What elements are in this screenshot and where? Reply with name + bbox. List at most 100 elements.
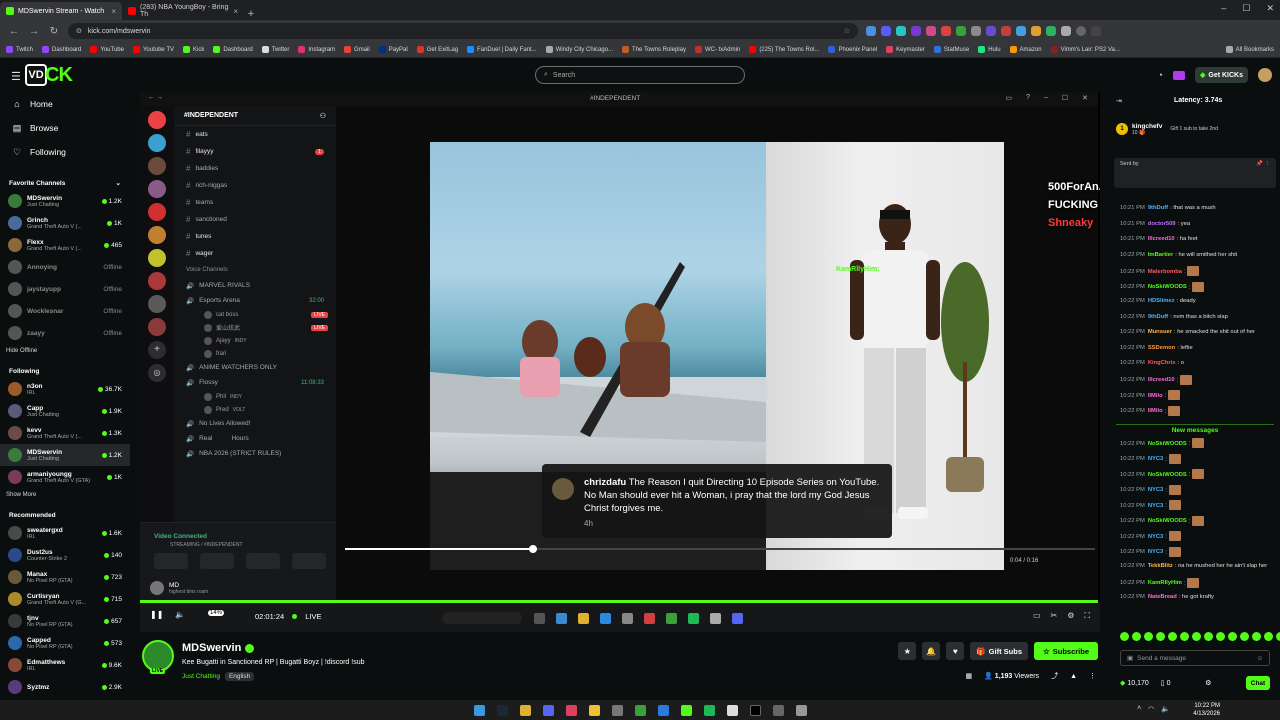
extensions-puzzle-icon[interactable] <box>1061 26 1071 36</box>
nav-browse[interactable]: ▤ Browse <box>0 116 130 140</box>
sidebar-channel[interactable]: Edmatthews IRL 9.6K <box>0 654 130 676</box>
bookmark-item[interactable]: Keymaster <box>886 46 925 53</box>
url-input[interactable]: ⊙ kick.com/mdswervin ☆ <box>68 23 858 39</box>
favorite-channels-header[interactable]: Favorite Channels ⌄ <box>0 176 130 190</box>
emote-icon[interactable] <box>1228 632 1237 641</box>
sidebar-channel[interactable]: Dust2us Counter-Strike 2 140 <box>0 544 130 566</box>
bookmark-item[interactable]: Kick <box>182 46 204 53</box>
emote-icon[interactable] <box>1168 632 1177 641</box>
bookmark-item[interactable]: StatMuse <box>933 46 969 53</box>
emoji-icon[interactable]: ☺ <box>1256 655 1263 662</box>
app-icon[interactable] <box>795 704 807 716</box>
theater-mode-icon[interactable]: ▭ <box>1033 611 1041 621</box>
points-balance[interactable]: ▯ 0 <box>1161 679 1171 687</box>
emote-icon[interactable] <box>1156 632 1165 641</box>
emote-icon[interactable] <box>1144 632 1153 641</box>
minimize-icon[interactable]: – <box>1221 3 1226 14</box>
all-bookmarks-button[interactable]: All Bookmarks <box>1225 46 1274 53</box>
star-icon[interactable]: ★ <box>898 642 917 660</box>
bookmark-item[interactable]: Get ExitLag <box>416 46 458 53</box>
extension-icon[interactable] <box>941 26 951 36</box>
app-icon[interactable] <box>772 704 784 716</box>
video-player[interactable]: ← → #INDEPENDENT ▭? – ☐ ✕ + ◎ #INDEPENDENT ⚇… <box>140 92 1100 632</box>
report-icon[interactable]: ▲ <box>1070 673 1077 680</box>
discord-icon[interactable] <box>542 704 554 716</box>
extension-icon[interactable] <box>896 26 906 36</box>
chat-input[interactable]: ▣ Send a message ☺ <box>1120 650 1270 666</box>
sidebar-channel[interactable]: Syztmz 2.9K <box>0 676 130 698</box>
emote-icon[interactable] <box>1132 632 1141 641</box>
gift-subs-button[interactable]: 🎁 Gift Subs <box>970 642 1028 660</box>
back-icon[interactable]: ← <box>8 26 20 37</box>
emote-icon[interactable] <box>1216 632 1225 641</box>
nav-home[interactable]: ⌂ Home <box>0 92 130 116</box>
subscribe-button[interactable]: ☆ Subscribe <box>1034 642 1098 660</box>
sidebar-channel[interactable]: jaystayupp Offline <box>0 278 130 300</box>
settings-icon[interactable]: ⚙ <box>1205 679 1211 687</box>
extension-icon[interactable] <box>926 26 936 36</box>
bookmark-item[interactable]: Dashboard <box>42 46 81 53</box>
show-more-link[interactable]: Show More <box>0 488 130 502</box>
chrome-icon[interactable] <box>588 704 600 716</box>
emote-icon[interactable] <box>1240 632 1249 641</box>
file-explorer-icon[interactable] <box>519 704 531 716</box>
extension-icon[interactable] <box>1031 26 1041 36</box>
kicks-balance[interactable]: ◆ 10,170 <box>1120 679 1149 687</box>
bell-icon[interactable]: 🔔 <box>922 642 941 660</box>
site-info-icon[interactable]: ⊙ <box>76 27 82 35</box>
app-icon[interactable] <box>611 704 623 716</box>
emote-icon[interactable] <box>1276 632 1280 641</box>
close-tab-icon[interactable]: × <box>111 7 116 16</box>
stream-category[interactable]: Just Chatting <box>182 673 220 680</box>
sidebar-channel[interactable]: Capped No Pixel RP (GTA) 573 <box>0 632 130 654</box>
sidebar-channel[interactable]: MDSwervin Just Chatting 1.2K <box>0 190 130 212</box>
bookmark-item[interactable]: Hulu <box>978 46 1001 53</box>
maximize-icon[interactable]: ☐ <box>1242 3 1250 14</box>
app-icon[interactable] <box>680 704 692 716</box>
nav-following[interactable]: ♡ Following <box>0 140 130 164</box>
close-tab-icon[interactable]: × <box>233 7 238 16</box>
bookmark-item[interactable]: Youtube TV <box>132 46 174 53</box>
kicks-gem-icon[interactable] <box>1172 70 1185 80</box>
speaker-icon[interactable]: 🔈 <box>1161 705 1170 713</box>
sidebar-channel[interactable]: sweatergxd IRL 1.6K <box>0 522 130 544</box>
emote-icon[interactable] <box>1180 632 1189 641</box>
forward-icon[interactable]: → <box>28 26 40 37</box>
stream-progress-bar[interactable] <box>140 600 1098 603</box>
fullscreen-icon[interactable]: ⛶ <box>1084 611 1090 621</box>
extension-icon[interactable] <box>1016 26 1026 36</box>
search-input[interactable]: ⌕ Search <box>535 66 745 84</box>
spotify-icon[interactable] <box>703 704 715 716</box>
heart-icon[interactable]: ♥ <box>946 642 965 660</box>
sidebar-channel[interactable]: Capp Just Chatting 1.9K <box>0 400 130 422</box>
bookmark-item[interactable]: YouTube <box>90 46 124 53</box>
app-icon[interactable] <box>726 704 738 716</box>
x-icon[interactable] <box>749 704 761 716</box>
close-window-icon[interactable]: ✕ <box>1266 3 1274 14</box>
browser-tab-kick[interactable]: MDSwervin Stream - Watch × <box>0 2 122 20</box>
more-icon[interactable]: ⋮ <box>1089 672 1096 680</box>
profile-avatar[interactable] <box>1076 26 1086 36</box>
extension-icon[interactable] <box>971 26 981 36</box>
sidebar-channel[interactable]: Manax No Pixel RP (GTA) 723 <box>0 566 130 588</box>
extension-icon[interactable] <box>866 26 876 36</box>
sidebar-channel[interactable]: Curtisryan Grand Theft Auto V (G... 715 <box>0 588 130 610</box>
browser-tab-youtube[interactable]: (283) NBA YoungBoy - Bring Th × <box>122 2 244 20</box>
clip-icon[interactable]: ✂ <box>1051 611 1058 621</box>
reload-icon[interactable]: ↻ <box>48 26 60 37</box>
notifications-icon[interactable]: ◔ <box>1158 70 1163 80</box>
get-kicks-button[interactable]: ◆ Get KICKs <box>1194 67 1248 83</box>
bookmark-item[interactable]: The Towns Roleplay <box>622 46 686 53</box>
extension-icon[interactable] <box>956 26 966 36</box>
emote-icon[interactable] <box>1264 632 1273 641</box>
app-icon[interactable] <box>657 704 669 716</box>
wifi-icon[interactable]: ◠ <box>1148 705 1154 713</box>
sidebar-channel[interactable]: Grinch Grand Theft Auto V (... 1K <box>0 212 130 234</box>
extension-icon[interactable] <box>881 26 891 36</box>
bookmark-item[interactable]: Vimm's Lair: PS2 Va... <box>1050 46 1120 53</box>
extension-icon[interactable] <box>986 26 996 36</box>
sidebar-channel[interactable]: Flexx Grand Theft Auto V (... 465 <box>0 234 130 256</box>
sidebar-channel[interactable]: n3on IRL 36.7K <box>0 378 130 400</box>
steam-icon[interactable] <box>496 704 508 716</box>
kick-logo[interactable]: VD CK <box>25 63 81 87</box>
